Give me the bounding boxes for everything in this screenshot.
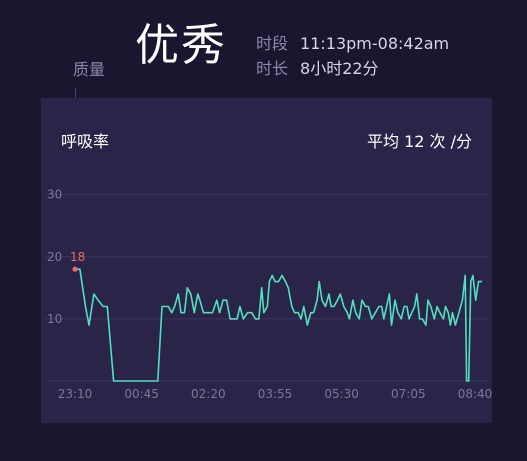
sleep-report-page: 质量 优秀 时段 11:13pm-08:42am 时长 8小时22分 呼吸率 平均 … xyxy=(0,0,527,461)
x-tick-label: 05:30 xyxy=(324,387,359,401)
annotation-label: 18 xyxy=(70,250,85,264)
period-value: 11:13pm-08:42am xyxy=(300,34,450,53)
x-tick-label: 03:55 xyxy=(258,387,293,401)
x-tick-label: 02:20 xyxy=(191,387,226,401)
period-label: 时段 xyxy=(256,34,289,53)
y-tick-label: 10 xyxy=(47,312,62,326)
x-tick-label: 07:05 xyxy=(391,387,426,401)
x-axis-ticks: 23:10 00:45 02:20 03:55 05:30 07:05 08:40 xyxy=(58,387,492,401)
sleep-period-row: 时段 11:13pm-08:42am xyxy=(256,30,449,54)
quality-label: 质量 xyxy=(73,60,106,79)
x-tick-label: 08:40 xyxy=(458,387,492,401)
y-axis-ticks: 10 20 30 xyxy=(47,188,62,326)
respiration-series-line xyxy=(75,268,482,382)
y-tick-label: 30 xyxy=(47,188,62,202)
sleep-summary-header: 质量 优秀 时段 11:13pm-08:42am 时长 8小时22分 xyxy=(0,0,527,98)
x-tick-label: 23:10 xyxy=(58,387,93,401)
respiration-rate-card: 呼吸率 平均 12 次 /分 10 20 30 23:10 00:45 02:20 03:… xyxy=(41,98,492,423)
annotation-marker xyxy=(72,266,78,272)
duration-value: 8小时22分 xyxy=(300,59,379,78)
duration-label: 时长 xyxy=(256,59,289,78)
x-tick-label: 00:45 xyxy=(124,387,159,401)
respiration-line-chart: 10 20 30 23:10 00:45 02:20 03:55 05:30 07:05 08:… xyxy=(45,188,492,401)
header-divider-tick xyxy=(75,88,76,98)
quality-rating: 优秀 xyxy=(135,20,227,71)
y-tick-label: 20 xyxy=(47,250,62,264)
sleep-duration-row: 时长 8小时22分 xyxy=(256,55,379,79)
